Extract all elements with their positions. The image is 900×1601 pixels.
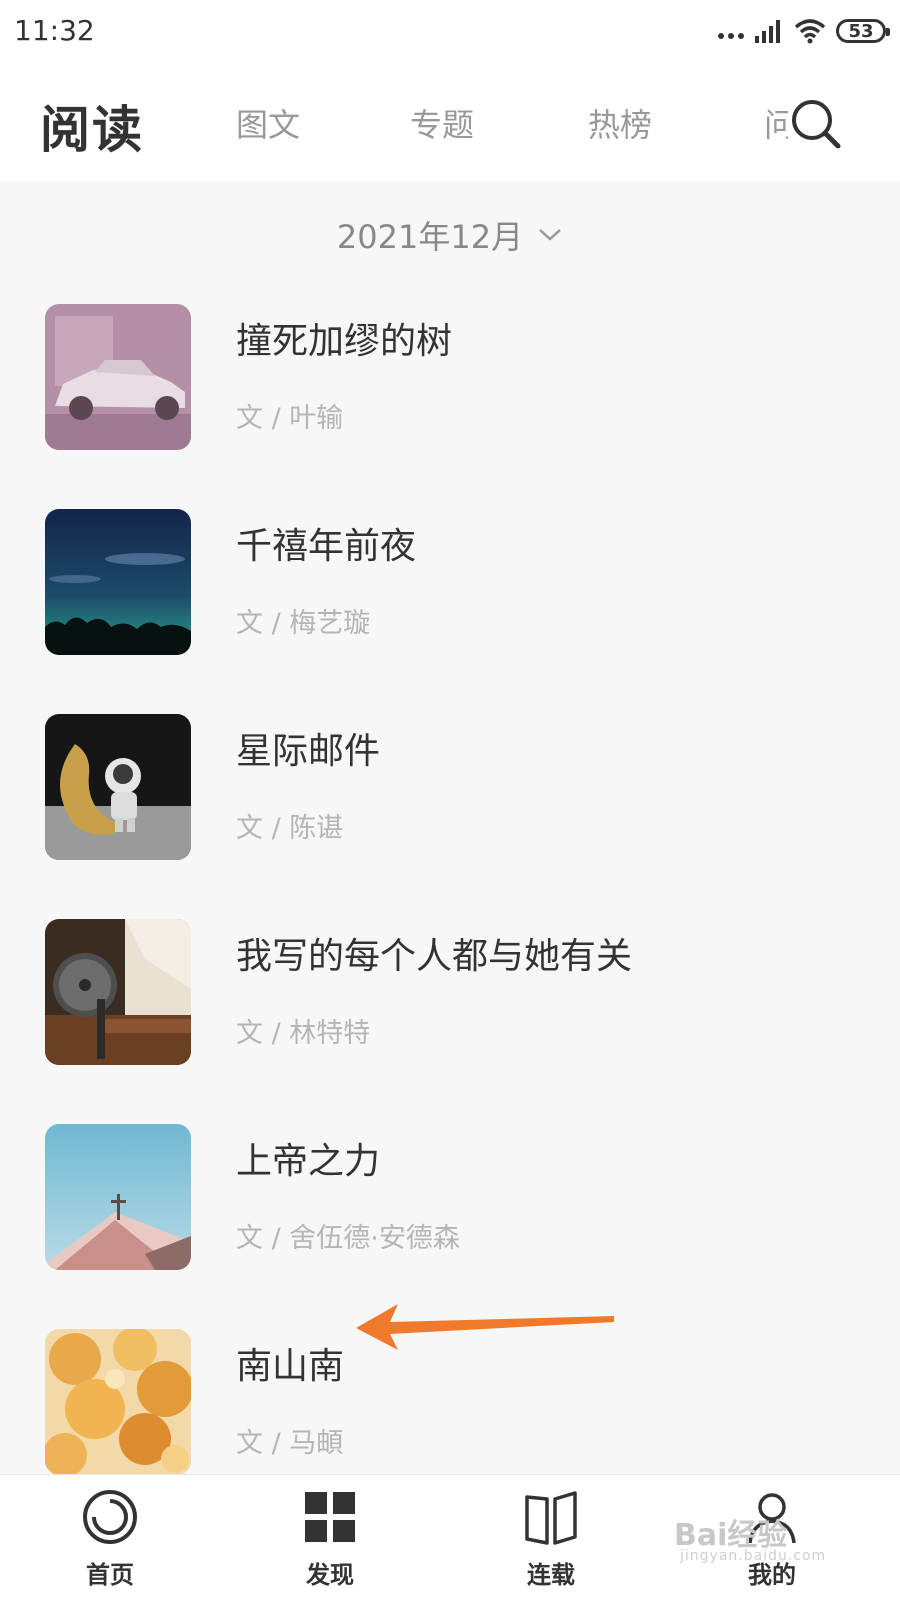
signal-icon <box>755 20 780 43</box>
article-title: 星际邮件 <box>236 731 381 772</box>
article-thumbnail-church <box>45 1124 191 1270</box>
book-icon <box>525 1491 577 1545</box>
tab-rebang[interactable]: 热榜 <box>588 100 652 146</box>
top-nav: 阅读 图文 专题 热榜 问 <box>0 62 900 182</box>
nav-discover-label: 发现 <box>306 1561 354 1589</box>
article-thumbnail-autumn-leaves <box>45 1329 191 1474</box>
page-title: 阅读 <box>40 101 144 159</box>
status-icons: 53 <box>718 14 890 48</box>
chevron-down-icon <box>539 229 561 241</box>
tab-wen[interactable]: 问 <box>764 100 788 146</box>
nav-home[interactable]: 首页 <box>20 1475 200 1601</box>
nav-serial-label: 连载 <box>527 1561 575 1589</box>
article-title: 千禧年前夜 <box>236 526 417 567</box>
watermark-sub: jingyan.baidu.com <box>680 1548 827 1564</box>
battery-icon: 53 <box>836 19 890 43</box>
article-thumbnail-night-sky <box>45 509 191 655</box>
article-author: 文 / 梅艺璇 <box>236 608 371 639</box>
tab-zhuanti[interactable]: 专题 <box>410 100 474 146</box>
article-thumbnail-car <box>45 304 191 450</box>
article-title: 上帝之力 <box>236 1141 381 1182</box>
annotation-arrow <box>356 1304 614 1350</box>
nav-discover[interactable]: 发现 <box>240 1475 420 1601</box>
list-item[interactable]: 撞死加缪的树 文 / 叶输 <box>0 304 900 509</box>
article-title: 南山南 <box>236 1346 345 1387</box>
month-label: 2021年12月 <box>336 218 524 256</box>
status-bar: 11:32 53 <box>0 0 900 62</box>
article-title: 撞死加缪的树 <box>236 321 453 362</box>
article-feed: 2021年12月 撞死加缪的树 文 / 叶输 千禧年前夜 文 / 梅艺璇 星际邮… <box>0 182 900 1474</box>
search-icon[interactable] <box>788 96 844 152</box>
wifi-icon <box>794 19 826 44</box>
article-author: 文 / 陈谌 <box>236 813 344 844</box>
baidu-jingyan-watermark: Bai经验 jingyan.baidu.com <box>674 1510 864 1566</box>
article-thumbnail-astronaut <box>45 714 191 860</box>
status-time: 11:32 <box>14 14 95 47</box>
list-item[interactable]: 我写的每个人都与她有关 文 / 林特特 <box>0 919 900 1124</box>
battery-level: 53 <box>848 20 874 42</box>
article-title: 我写的每个人都与她有关 <box>236 936 633 977</box>
more-dots-icon <box>718 33 744 39</box>
tab-tuwen[interactable]: 图文 <box>236 100 300 146</box>
grid-icon <box>305 1492 355 1542</box>
list-item[interactable]: 上帝之力 文 / 舍伍德·安德森 <box>0 1124 900 1329</box>
list-item[interactable]: 星际邮件 文 / 陈谌 <box>0 714 900 919</box>
month-selector[interactable]: 2021年12月 <box>0 212 900 258</box>
list-item[interactable]: 千禧年前夜 文 / 梅艺璇 <box>0 509 900 714</box>
article-author: 文 / 林特特 <box>236 1018 371 1049</box>
article-list: 撞死加缪的树 文 / 叶输 千禧年前夜 文 / 梅艺璇 星际邮件 文 / 陈谌 … <box>0 304 900 1474</box>
home-circle-icon <box>83 1490 137 1544</box>
article-author: 文 / 马頔 <box>236 1428 344 1459</box>
article-author: 文 / 舍伍德·安德森 <box>236 1223 460 1254</box>
nav-serial[interactable]: 连载 <box>461 1475 641 1601</box>
article-author: 文 / 叶输 <box>236 403 344 434</box>
article-thumbnail-fan <box>45 919 191 1065</box>
nav-home-label: 首页 <box>86 1561 134 1589</box>
